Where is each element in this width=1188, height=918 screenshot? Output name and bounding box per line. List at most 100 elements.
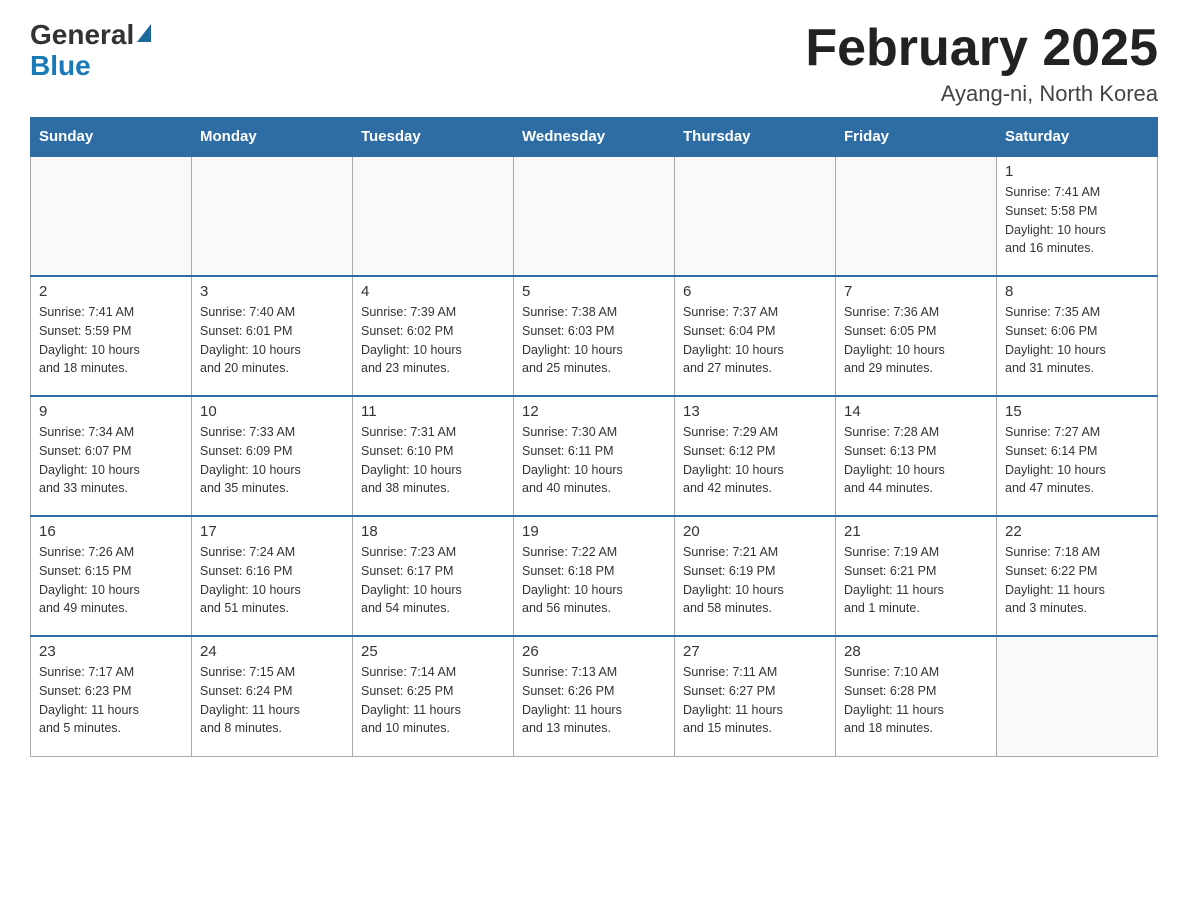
day-info: Sunrise: 7:31 AMSunset: 6:10 PMDaylight:… xyxy=(361,423,505,498)
table-row: 10Sunrise: 7:33 AMSunset: 6:09 PMDayligh… xyxy=(192,396,353,516)
table-row xyxy=(997,636,1158,756)
day-number: 9 xyxy=(39,403,183,420)
day-info: Sunrise: 7:13 AMSunset: 6:26 PMDaylight:… xyxy=(522,663,666,738)
header-sunday: Sunday xyxy=(31,118,192,157)
day-number: 26 xyxy=(522,643,666,660)
table-row: 1 Sunrise: 7:41 AMSunset: 5:58 PMDaylight… xyxy=(997,156,1158,276)
day-info: Sunrise: 7:41 AMSunset: 5:59 PMDaylight:… xyxy=(39,303,183,378)
table-row: 6 Sunrise: 7:37 AMSunset: 6:04 PMDaylight… xyxy=(675,276,836,396)
weekday-header-row: Sunday Monday Tuesday Wednesday Thursday… xyxy=(31,118,1158,157)
day-info: Sunrise: 7:23 AMSunset: 6:17 PMDaylight:… xyxy=(361,543,505,618)
table-row: 21 Sunrise: 7:19 AMSunset: 6:21 PMDayligh… xyxy=(836,516,997,636)
table-row: 14Sunrise: 7:28 AMSunset: 6:13 PMDayligh… xyxy=(836,396,997,516)
week-row-4: 23 Sunrise: 7:17 AMSunset: 6:23 PMDayligh… xyxy=(31,636,1158,756)
day-info: Sunrise: 7:36 AMSunset: 6:05 PMDaylight:… xyxy=(844,303,988,378)
day-number: 11 xyxy=(361,403,505,420)
day-number: 13 xyxy=(683,403,827,420)
day-info: Sunrise: 7:37 AMSunset: 6:04 PMDaylight:… xyxy=(683,303,827,378)
table-row: 12 Sunrise: 7:30 AMSunset: 6:11 PMDayligh… xyxy=(514,396,675,516)
table-row: 28 Sunrise: 7:10 AMSunset: 6:28 PMDayligh… xyxy=(836,636,997,756)
day-info: Sunrise: 7:10 AMSunset: 6:28 PMDaylight:… xyxy=(844,663,988,738)
day-info: Sunrise: 7:15 AMSunset: 6:24 PMDaylight:… xyxy=(200,663,344,738)
table-row: 22Sunrise: 7:18 AMSunset: 6:22 PMDayligh… xyxy=(997,516,1158,636)
day-info: Sunrise: 7:40 AMSunset: 6:01 PMDaylight:… xyxy=(200,303,344,378)
table-row: 11 Sunrise: 7:31 AMSunset: 6:10 PMDayligh… xyxy=(353,396,514,516)
day-number: 2 xyxy=(39,283,183,300)
day-number: 25 xyxy=(361,643,505,660)
week-row-0: 1 Sunrise: 7:41 AMSunset: 5:58 PMDaylight… xyxy=(31,156,1158,276)
day-info: Sunrise: 7:22 AMSunset: 6:18 PMDaylight:… xyxy=(522,543,666,618)
day-number: 15 xyxy=(1005,403,1149,420)
table-row: 3 Sunrise: 7:40 AMSunset: 6:01 PMDaylight… xyxy=(192,276,353,396)
table-row: 16 Sunrise: 7:26 AMSunset: 6:15 PMDayligh… xyxy=(31,516,192,636)
header-wednesday: Wednesday xyxy=(514,118,675,157)
week-row-2: 9 Sunrise: 7:34 AMSunset: 6:07 PMDaylight… xyxy=(31,396,1158,516)
table-row: 9 Sunrise: 7:34 AMSunset: 6:07 PMDaylight… xyxy=(31,396,192,516)
day-number: 28 xyxy=(844,643,988,660)
table-row xyxy=(836,156,997,276)
header-tuesday: Tuesday xyxy=(353,118,514,157)
day-info: Sunrise: 7:39 AMSunset: 6:02 PMDaylight:… xyxy=(361,303,505,378)
day-number: 6 xyxy=(683,283,827,300)
day-info: Sunrise: 7:11 AMSunset: 6:27 PMDaylight:… xyxy=(683,663,827,738)
table-row xyxy=(192,156,353,276)
day-number: 7 xyxy=(844,283,988,300)
day-info: Sunrise: 7:35 AMSunset: 6:06 PMDaylight:… xyxy=(1005,303,1149,378)
table-row xyxy=(514,156,675,276)
table-row: 8 Sunrise: 7:35 AMSunset: 6:06 PMDaylight… xyxy=(997,276,1158,396)
day-number: 3 xyxy=(200,283,344,300)
day-number: 24 xyxy=(200,643,344,660)
table-row: 17Sunrise: 7:24 AMSunset: 6:16 PMDayligh… xyxy=(192,516,353,636)
logo-blue-text: Blue xyxy=(30,51,91,82)
table-row xyxy=(353,156,514,276)
page-header: General Blue February 2025 Ayang-ni, Nor… xyxy=(30,20,1158,107)
title-block: February 2025 Ayang-ni, North Korea xyxy=(805,20,1158,107)
day-number: 1 xyxy=(1005,163,1149,180)
table-row: 27 Sunrise: 7:11 AMSunset: 6:27 PMDayligh… xyxy=(675,636,836,756)
header-saturday: Saturday xyxy=(997,118,1158,157)
day-number: 19 xyxy=(522,523,666,540)
day-number: 4 xyxy=(361,283,505,300)
logo-blue-label: Blue xyxy=(30,50,91,81)
day-info: Sunrise: 7:30 AMSunset: 6:11 PMDaylight:… xyxy=(522,423,666,498)
day-number: 20 xyxy=(683,523,827,540)
day-info: Sunrise: 7:17 AMSunset: 6:23 PMDaylight:… xyxy=(39,663,183,738)
day-number: 27 xyxy=(683,643,827,660)
day-info: Sunrise: 7:41 AMSunset: 5:58 PMDaylight:… xyxy=(1005,183,1149,258)
table-row: 26 Sunrise: 7:13 AMSunset: 6:26 PMDayligh… xyxy=(514,636,675,756)
week-row-3: 16 Sunrise: 7:26 AMSunset: 6:15 PMDayligh… xyxy=(31,516,1158,636)
day-number: 8 xyxy=(1005,283,1149,300)
table-row: 15 Sunrise: 7:27 AMSunset: 6:14 PMDayligh… xyxy=(997,396,1158,516)
calendar-title: February 2025 xyxy=(805,20,1158,77)
header-thursday: Thursday xyxy=(675,118,836,157)
header-friday: Friday xyxy=(836,118,997,157)
day-number: 14 xyxy=(844,403,988,420)
calendar-table: Sunday Monday Tuesday Wednesday Thursday… xyxy=(30,117,1158,757)
day-info: Sunrise: 7:38 AMSunset: 6:03 PMDaylight:… xyxy=(522,303,666,378)
week-row-1: 2 Sunrise: 7:41 AMSunset: 5:59 PMDaylight… xyxy=(31,276,1158,396)
logo-icon-wrap xyxy=(134,19,151,50)
table-row: 7 Sunrise: 7:36 AMSunset: 6:05 PMDaylight… xyxy=(836,276,997,396)
day-info: Sunrise: 7:19 AMSunset: 6:21 PMDaylight:… xyxy=(844,543,988,618)
day-info: Sunrise: 7:27 AMSunset: 6:14 PMDaylight:… xyxy=(1005,423,1149,498)
day-info: Sunrise: 7:21 AMSunset: 6:19 PMDaylight:… xyxy=(683,543,827,618)
day-info: Sunrise: 7:34 AMSunset: 6:07 PMDaylight:… xyxy=(39,423,183,498)
day-info: Sunrise: 7:29 AMSunset: 6:12 PMDaylight:… xyxy=(683,423,827,498)
day-info: Sunrise: 7:26 AMSunset: 6:15 PMDaylight:… xyxy=(39,543,183,618)
logo: General Blue xyxy=(30,20,151,82)
logo-general: General xyxy=(30,19,134,50)
table-row: 2 Sunrise: 7:41 AMSunset: 5:59 PMDaylight… xyxy=(31,276,192,396)
day-number: 18 xyxy=(361,523,505,540)
day-number: 22 xyxy=(1005,523,1149,540)
day-number: 16 xyxy=(39,523,183,540)
day-number: 23 xyxy=(39,643,183,660)
table-row: 13 Sunrise: 7:29 AMSunset: 6:12 PMDayligh… xyxy=(675,396,836,516)
logo-text: General xyxy=(30,20,151,51)
day-number: 21 xyxy=(844,523,988,540)
day-info: Sunrise: 7:33 AMSunset: 6:09 PMDaylight:… xyxy=(200,423,344,498)
day-info: Sunrise: 7:24 AMSunset: 6:16 PMDaylight:… xyxy=(200,543,344,618)
table-row: 19 Sunrise: 7:22 AMSunset: 6:18 PMDayligh… xyxy=(514,516,675,636)
day-info: Sunrise: 7:14 AMSunset: 6:25 PMDaylight:… xyxy=(361,663,505,738)
day-number: 12 xyxy=(522,403,666,420)
table-row: 24 Sunrise: 7:15 AMSunset: 6:24 PMDayligh… xyxy=(192,636,353,756)
